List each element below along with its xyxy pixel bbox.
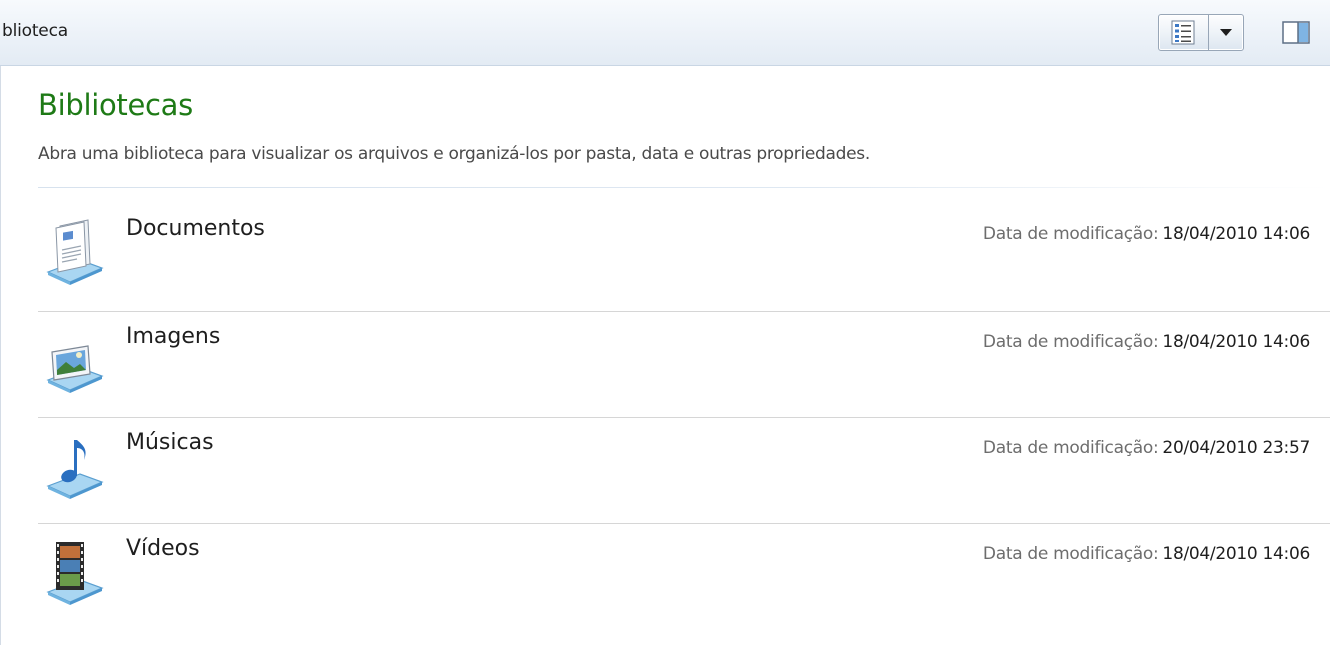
modified-date: 18/04/2010 14:06 <box>1162 332 1310 352</box>
preview-pane-button[interactable] <box>1278 14 1314 51</box>
chevron-down-icon <box>1220 29 1232 36</box>
library-name: Vídeos <box>126 536 200 561</box>
breadcrumb[interactable]: blioteca <box>2 21 68 41</box>
page-subtitle: Abra uma biblioteca para visualizar os a… <box>38 144 870 164</box>
header-divider <box>38 187 1330 188</box>
preview-pane-icon <box>1282 21 1310 44</box>
left-border <box>0 66 1 645</box>
view-options-group <box>1158 14 1244 51</box>
modified-info: Data de modificação: 20/04/2010 23:57 <box>983 438 1310 458</box>
view-dropdown-button[interactable] <box>1209 15 1243 50</box>
pictures-library-icon <box>46 345 104 393</box>
documents-library-icon <box>46 219 104 285</box>
library-item-musicas[interactable]: Músicas Data de modificação: 20/04/2010 2… <box>38 417 1330 523</box>
library-name: Imagens <box>126 324 221 349</box>
modified-label: Data de modificação: <box>982 438 1159 458</box>
modified-date: 18/04/2010 14:06 <box>1162 224 1310 244</box>
modified-info: Data de modificação: 18/04/2010 14:06 <box>983 224 1310 244</box>
modified-label: Data de modificação: <box>982 544 1159 564</box>
library-name: Documentos <box>126 216 265 241</box>
modified-label: Data de modificação: <box>982 224 1159 244</box>
modified-info: Data de modificação: 18/04/2010 14:06 <box>983 544 1310 564</box>
videos-library-icon <box>46 542 104 605</box>
library-item-imagens[interactable]: Imagens Data de modificação: 18/04/2010 1… <box>38 311 1330 417</box>
modified-label: Data de modificação: <box>982 332 1159 352</box>
music-library-icon <box>46 440 104 499</box>
library-item-documentos[interactable]: Documentos Data de modificação: 18/04/201… <box>38 204 1330 310</box>
modified-date: 20/04/2010 23:57 <box>1162 438 1310 458</box>
library-name: Músicas <box>126 430 214 455</box>
change-view-button[interactable] <box>1159 15 1209 50</box>
page-title: Bibliotecas <box>38 88 193 122</box>
modified-info: Data de modificação: 18/04/2010 14:06 <box>983 332 1310 352</box>
toolbar: blioteca <box>0 0 1330 66</box>
modified-date: 18/04/2010 14:06 <box>1162 544 1310 564</box>
details-view-icon <box>1171 20 1195 45</box>
library-content: Bibliotecas Abra uma biblioteca para vis… <box>0 66 1330 645</box>
library-item-videos[interactable]: Vídeos Data de modificação: 18/04/2010 14… <box>38 523 1330 629</box>
